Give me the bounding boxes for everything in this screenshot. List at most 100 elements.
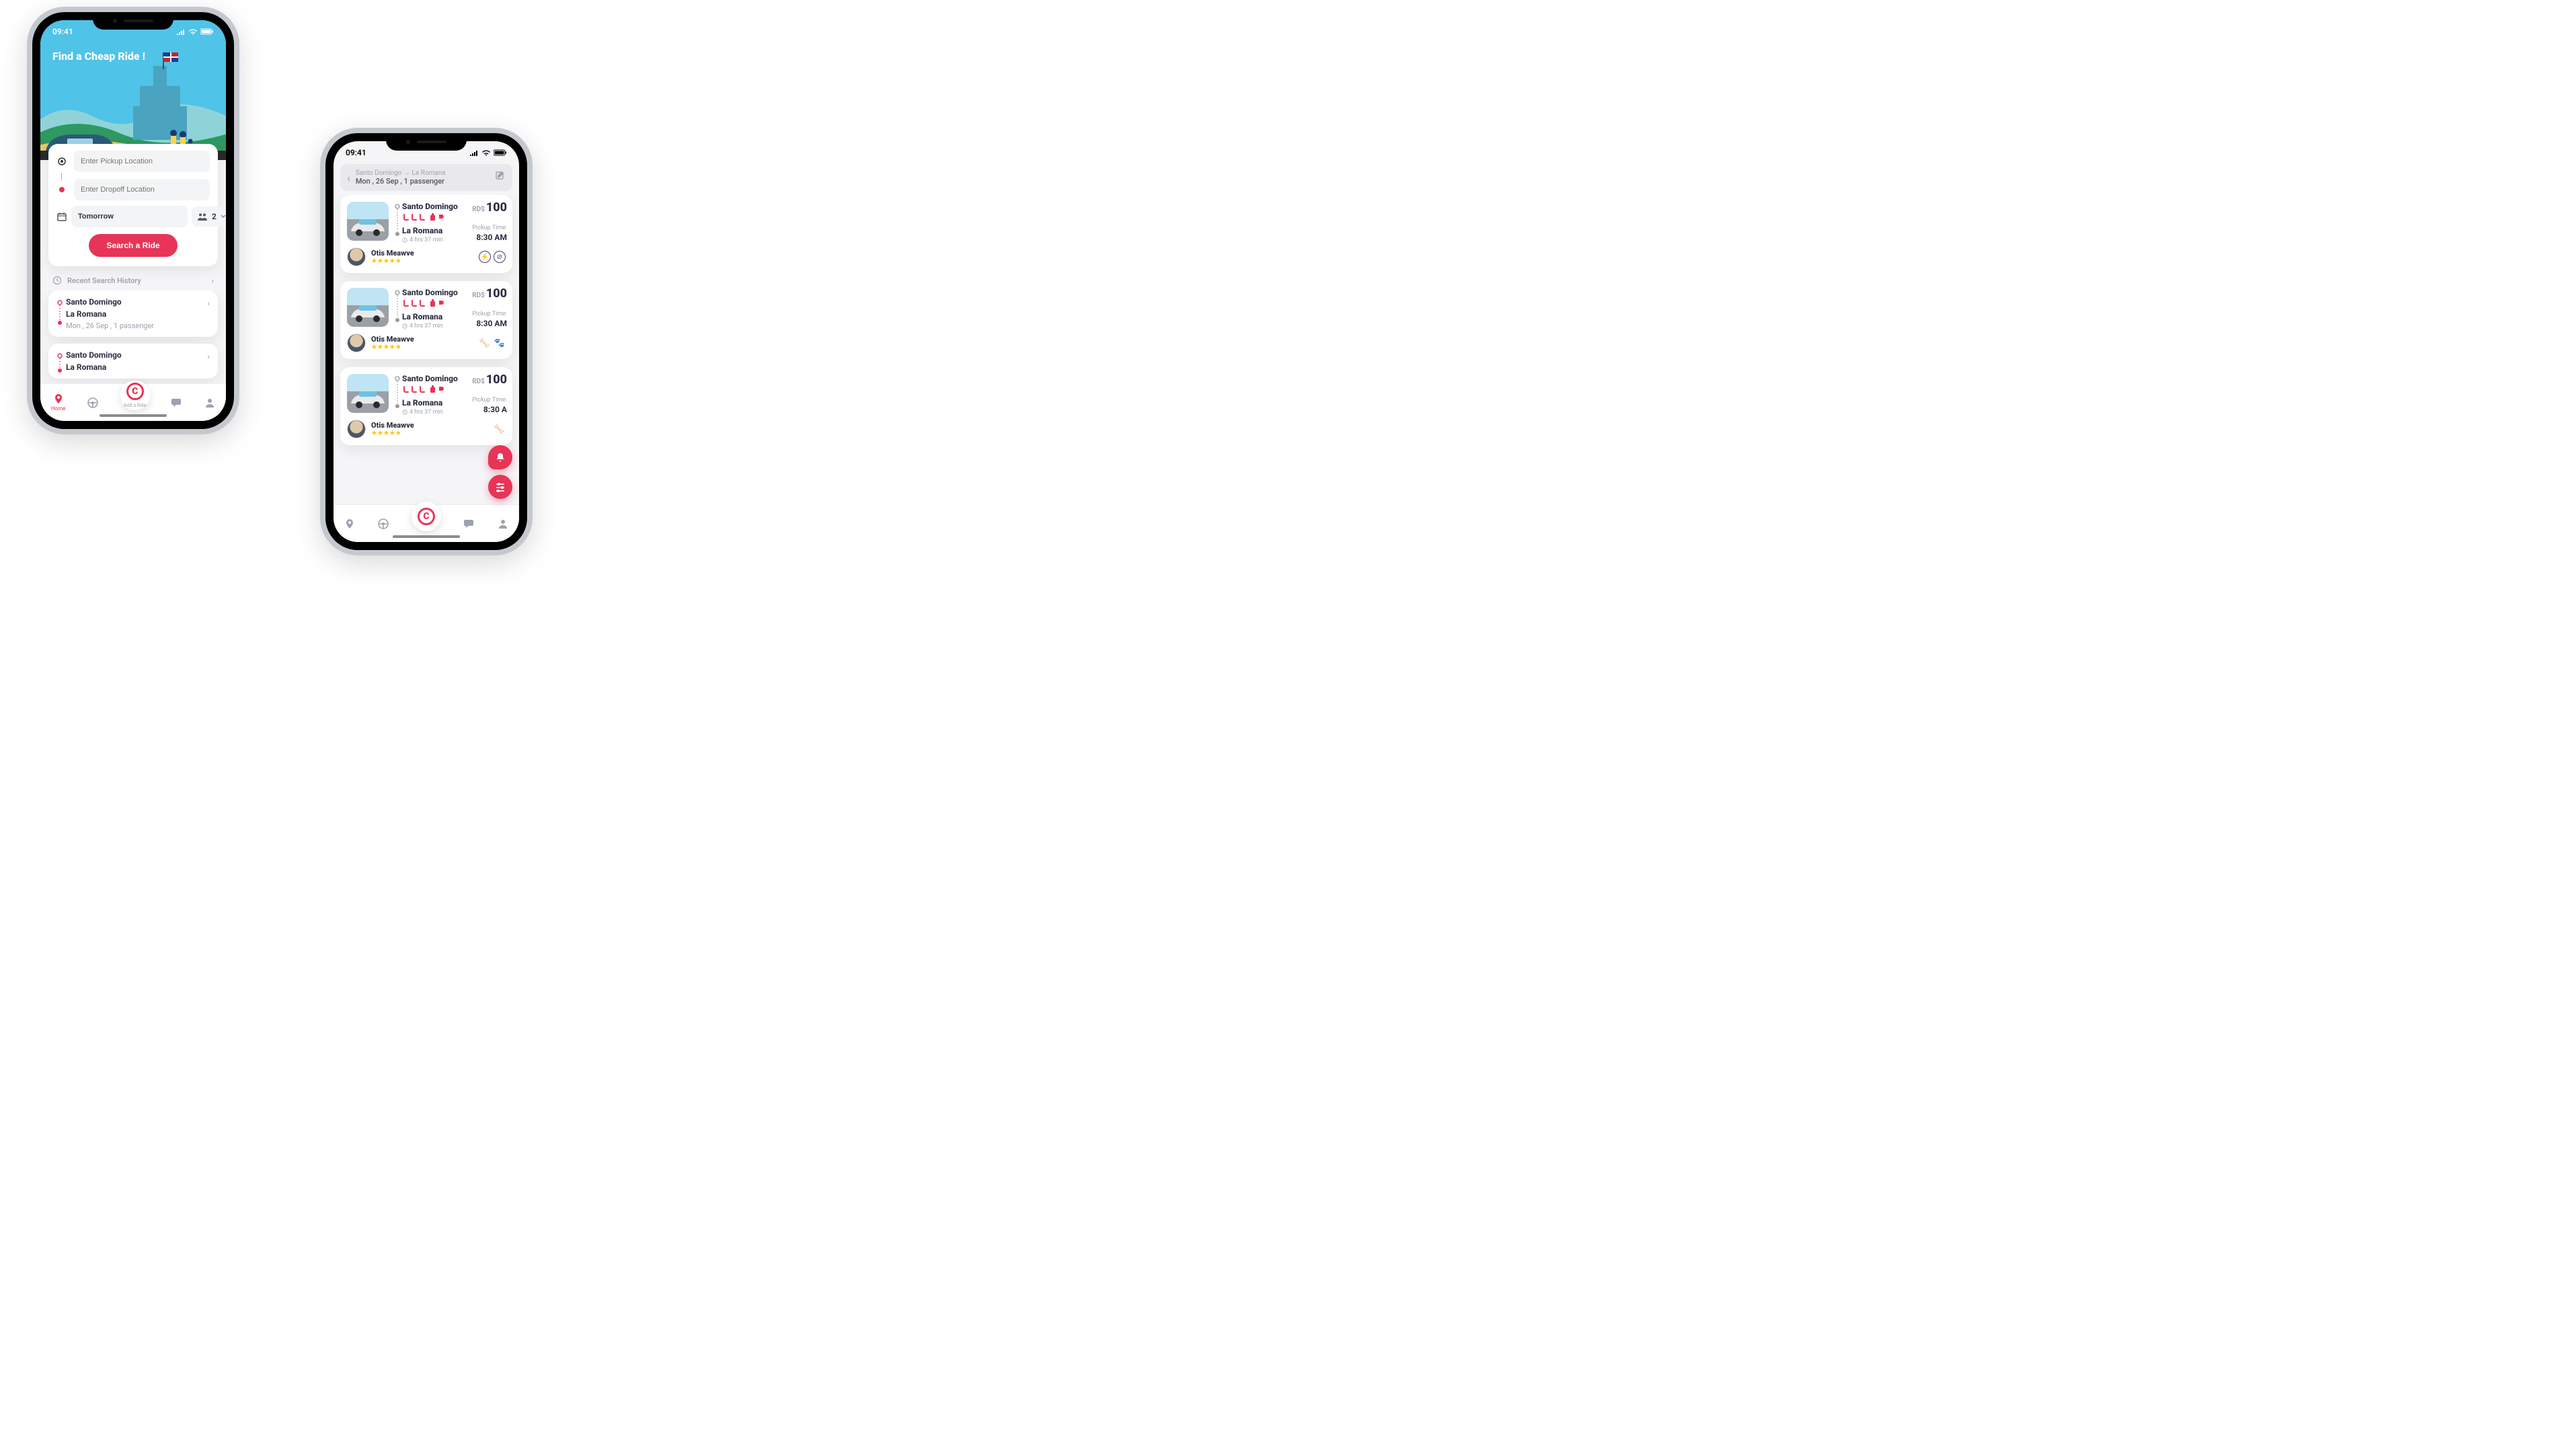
passenger-select[interactable]: 2 — [192, 206, 226, 227]
tab-drive[interactable] — [87, 397, 99, 409]
status-indicators — [176, 28, 214, 35]
person-icon — [204, 397, 215, 408]
clock-icon — [402, 410, 407, 415]
device-tray-results: 09:41 ‹ Santo Domingo → La Romana Mon , … — [320, 128, 533, 555]
history-item[interactable]: › Santo Domingo La Romana Mon , 26 Sep ,… — [48, 290, 218, 337]
tab-add-label: Add a Ride — [124, 403, 146, 408]
logo-c-icon: C — [126, 383, 144, 400]
tab-chat[interactable] — [171, 397, 183, 409]
ride-duration: 4 hrs 37 min — [394, 237, 506, 243]
route-line-icon — [56, 300, 63, 327]
seat-icons — [394, 385, 506, 397]
route-line-icon — [394, 289, 401, 327]
route-line-icon — [394, 203, 401, 241]
car-thumbnail — [347, 288, 389, 327]
badge-instant-icon: ⚡ — [479, 251, 491, 263]
dropoff-input[interactable] — [74, 179, 210, 200]
driver-row: Otis Meawve ★★★★★ ⚡ ⊘ — [347, 247, 506, 266]
driver-row: Otis Meawve★★★★★ 🦴 — [347, 420, 506, 438]
ride-card[interactable]: RD$100 Pickup Time: 8:30 A Santo Domingo… — [340, 367, 512, 445]
pin-icon — [344, 518, 355, 529]
history-origin: Santo Domingo — [56, 350, 210, 360]
fab-filter-button[interactable] — [488, 475, 512, 499]
history-dest: La Romana — [56, 362, 210, 372]
driver-name: Otis Meawve — [371, 335, 414, 344]
results-screen: 09:41 ‹ Santo Domingo → La Romana Mon , … — [334, 141, 519, 542]
dropoff-icon — [56, 186, 67, 193]
people-icon — [197, 212, 208, 221]
steering-wheel-icon — [377, 518, 389, 530]
pickup-icon — [56, 157, 67, 166]
tab-drive[interactable] — [377, 518, 389, 530]
badge-bone-icon: 🦴 — [494, 423, 506, 435]
sliders-icon — [495, 481, 506, 492]
notch — [93, 12, 173, 30]
history-dest: La Romana — [56, 309, 210, 319]
calendar-icon — [56, 212, 67, 221]
tab-profile[interactable] — [204, 397, 215, 408]
ride-card[interactable]: RD$ 100 Pickup Time: 8:30 AM — [340, 195, 512, 273]
ride-duration: 4 hrs 37 min — [394, 323, 506, 329]
pickup-row — [56, 151, 210, 172]
ride-duration: 4 hrs 37 min — [394, 409, 506, 416]
results-subtitle: Mon , 26 Sep , 1 passenger — [356, 177, 490, 186]
seat-icons — [394, 299, 506, 311]
rating-stars: ★★★★★ — [371, 430, 414, 437]
tab-profile[interactable] — [498, 518, 508, 529]
ride-dest: La Romana — [394, 312, 506, 321]
wifi-icon — [481, 149, 491, 156]
tab-home[interactable]: Home — [51, 393, 66, 412]
status-time: 09:41 — [346, 148, 366, 157]
rating-stars: ★★★★★ — [371, 344, 414, 351]
tab-chat[interactable] — [463, 518, 475, 530]
date-input[interactable] — [71, 206, 188, 227]
ride-card[interactable]: RD$100 Pickup Time: 8:30 AM Santo Doming… — [340, 281, 512, 359]
status-time: 09:41 — [52, 27, 73, 36]
badge-no-smoking-icon: ⊘ — [494, 251, 506, 263]
history-origin: Santo Domingo — [56, 297, 210, 307]
driver-avatar — [347, 247, 366, 266]
results-route: Santo Domingo → La Romana — [356, 169, 490, 177]
car-thumbnail — [347, 374, 389, 413]
tab-add-ride[interactable]: C — [412, 502, 441, 531]
back-button[interactable]: ‹ — [347, 171, 350, 184]
pickup-input[interactable] — [74, 151, 210, 172]
dropoff-row — [56, 179, 210, 200]
edit-icon — [495, 171, 506, 182]
results-header: ‹ Santo Domingo → La Romana Mon , 26 Sep… — [340, 164, 512, 191]
driver-avatar — [347, 334, 366, 352]
clock-icon — [402, 237, 407, 243]
person-icon — [498, 518, 508, 529]
recent-history-header[interactable]: Recent Search History › — [40, 266, 226, 290]
ride-origin: Santo Domingo — [394, 202, 506, 211]
hero: Find a Cheap Ride ! — [40, 20, 226, 160]
home-indicator — [100, 414, 167, 417]
signal-icon — [469, 149, 479, 156]
battery-icon — [494, 149, 507, 156]
history-meta: Mon , 26 Sep , 1 passenger — [56, 321, 210, 330]
wifi-icon — [188, 28, 198, 35]
search-card: 2 Search a Ride — [48, 144, 218, 266]
date-passenger-row: 2 — [56, 206, 210, 227]
device-tray-home: 09:41 — [27, 7, 239, 434]
steering-wheel-icon — [87, 397, 99, 409]
results-header-text: Santo Domingo → La Romana Mon , 26 Sep ,… — [356, 169, 490, 186]
driver-name: Otis Meawve — [371, 421, 414, 430]
driver-row: Otis Meawve★★★★★ 🦴 🐾 — [347, 334, 506, 352]
badge-bone-icon: 🦴 — [479, 337, 491, 349]
status-indicators — [469, 149, 507, 156]
tab-add-ride[interactable]: C Add a Ride — [120, 381, 150, 410]
tab-home[interactable] — [344, 518, 355, 529]
chevron-right-icon: › — [207, 299, 210, 308]
recent-history-label: Recent Search History — [67, 276, 141, 285]
home-indicator — [393, 535, 460, 538]
history-item[interactable]: › Santo Domingo La Romana — [48, 344, 218, 379]
driver-name: Otis Meawve — [371, 249, 414, 258]
search-button[interactable]: Search a Ride — [89, 234, 177, 257]
home-screen: 09:41 — [40, 20, 226, 421]
chevron-down-icon — [221, 215, 226, 219]
rating-stars: ★★★★★ — [371, 258, 414, 265]
fab-alert-button[interactable] — [488, 445, 512, 469]
edit-search-button[interactable] — [495, 171, 506, 184]
chat-icon — [171, 397, 183, 409]
